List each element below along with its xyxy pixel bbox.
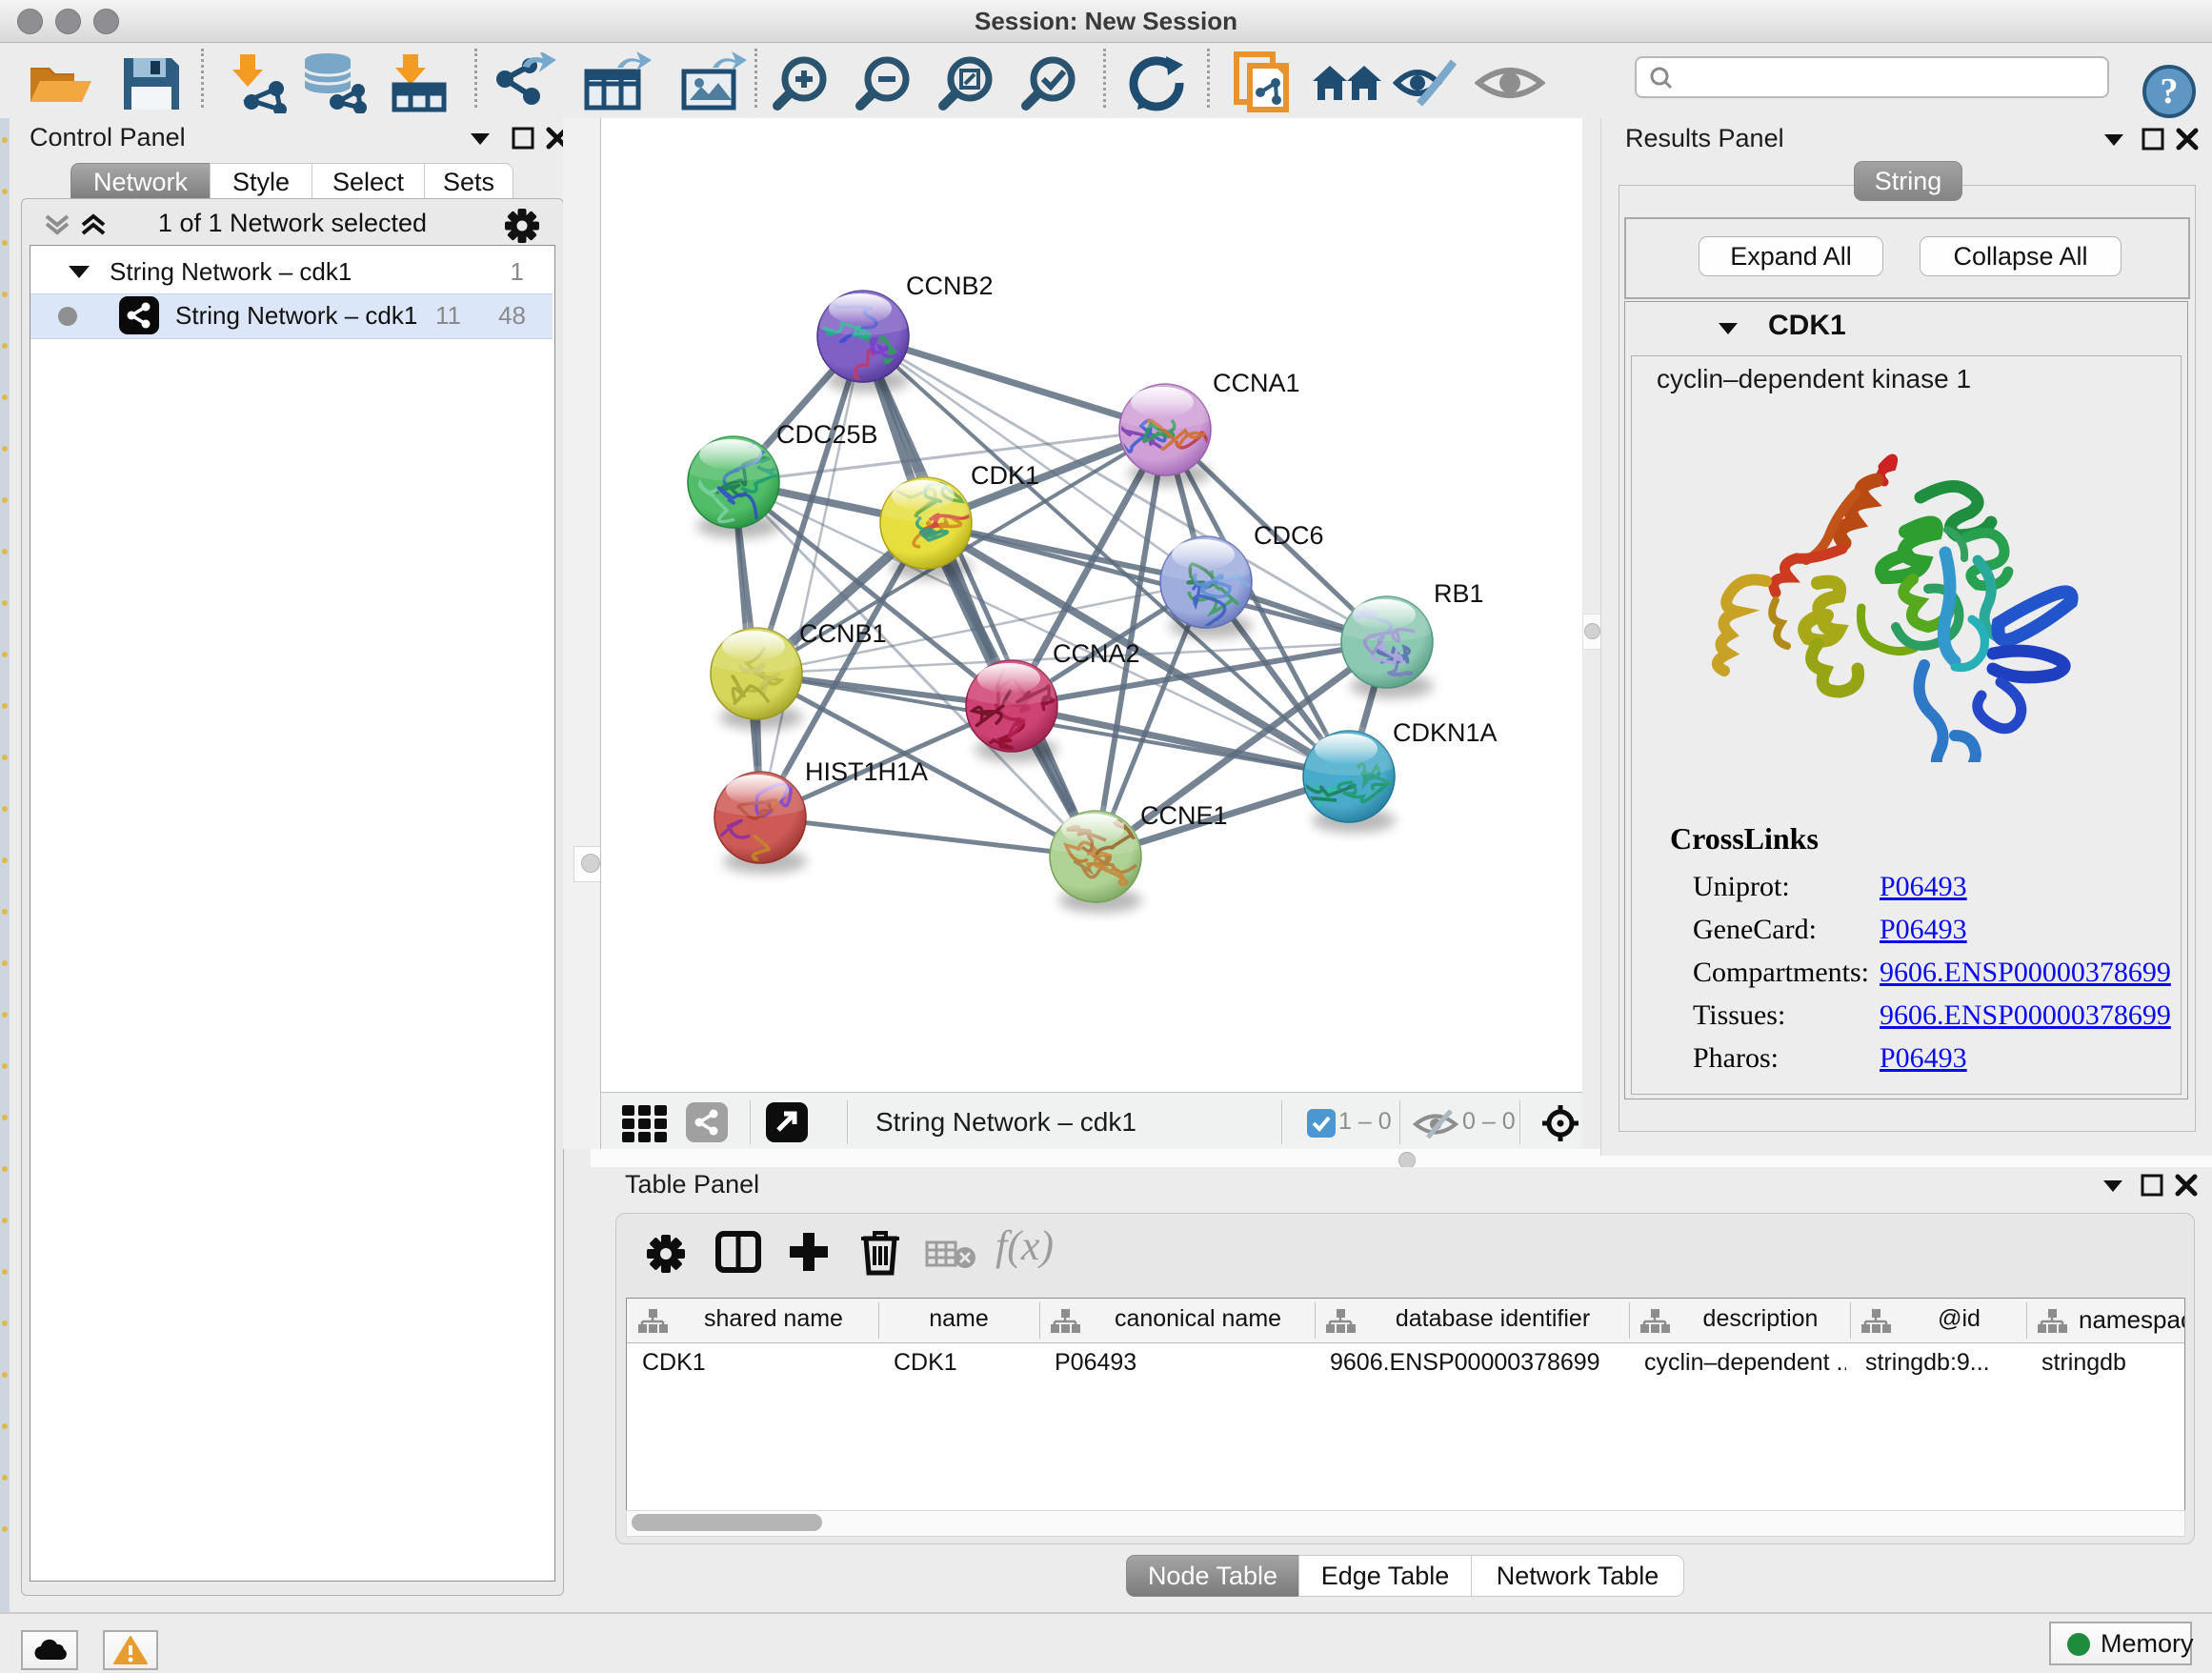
svg-text:CDKN1A: CDKN1A [1393, 718, 1498, 747]
svg-text:CCNB2: CCNB2 [906, 272, 994, 300]
svg-text:CCNE1: CCNE1 [1140, 801, 1228, 830]
svg-text:CDC25B: CDC25B [776, 420, 878, 449]
svg-text:CCNA1: CCNA1 [1213, 369, 1300, 397]
svg-text:?: ? [2161, 71, 2179, 111]
svg-text:HIST1H1A: HIST1H1A [805, 757, 928, 786]
svg-text:CDC6: CDC6 [1254, 521, 1324, 550]
svg-text:RB1: RB1 [1434, 579, 1484, 608]
svg-text:CDK1: CDK1 [971, 461, 1039, 490]
svg-text:CCNA2: CCNA2 [1053, 639, 1140, 668]
svg-text:CCNB1: CCNB1 [799, 619, 887, 648]
